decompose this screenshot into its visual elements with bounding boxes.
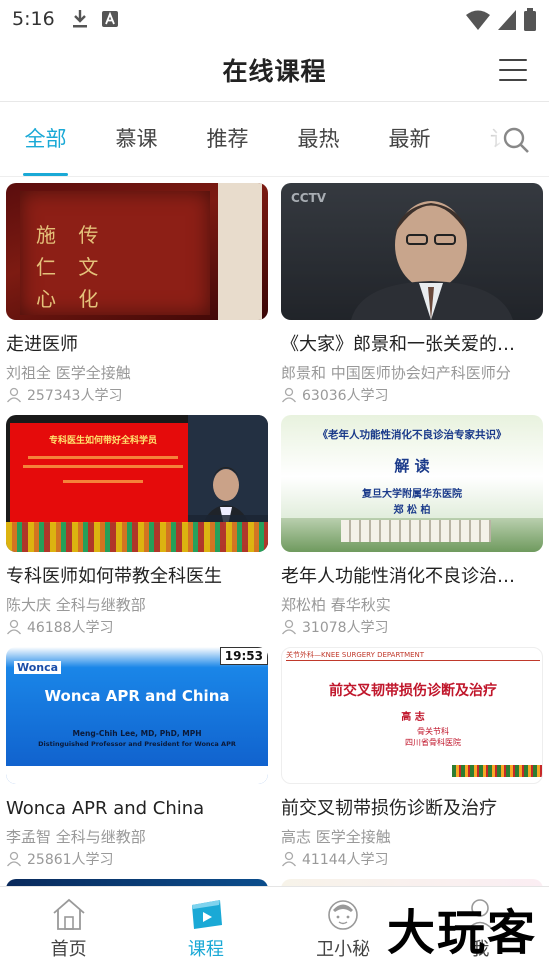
search-button[interactable] xyxy=(483,103,549,176)
course-play-icon xyxy=(191,900,222,929)
nav-home[interactable]: 首页 xyxy=(0,887,137,977)
thumb-text: 四川省骨科医院 xyxy=(405,738,461,747)
thumb-text: 《老年人功能性消化不良诊治专家共识》 xyxy=(317,429,507,441)
status-time: 5:16 xyxy=(12,8,55,30)
thumb-text: 关节外科—KNEE SURGERY DEPARTMENT xyxy=(286,650,540,661)
thumb-text: 解 读 xyxy=(394,457,430,475)
course-title: 老年人功能性消化不良诊治… xyxy=(281,566,515,587)
nurse-avatar-icon xyxy=(328,900,358,930)
nav-courses[interactable]: 课程 xyxy=(137,887,274,977)
course-title: Wonca APR and China xyxy=(6,798,205,819)
thumb-text: 前交叉韧带损伤诊断及治疗 xyxy=(329,683,497,699)
nav-label: 首页 xyxy=(50,939,87,960)
battery-icon xyxy=(524,8,536,31)
course-title: 专科医师如何带教全科医生 xyxy=(6,566,222,587)
thumb-text: 骨关节科 xyxy=(417,727,449,736)
course-thumbnail: 《老年人功能性消化不良诊治专家共识》 解 读 复旦大学附属华东医院 郑 松 柏 xyxy=(281,415,543,552)
thumb-text: 心 化 xyxy=(36,287,107,311)
status-bar: 5:16 xyxy=(0,0,549,38)
learner-count: 41144人学习 xyxy=(302,852,389,868)
thumb-text: Meng-Chih Lee, MD, PhD, MPH xyxy=(72,729,202,738)
duration-badge: 19:53 xyxy=(219,647,268,665)
thumb-text: 复旦大学附属华东医院 xyxy=(362,489,462,500)
learner-count: 46188人学习 xyxy=(27,620,114,636)
wifi-icon xyxy=(466,10,490,30)
learner-icon xyxy=(6,851,22,867)
search-icon xyxy=(503,127,529,153)
thumb-text: 仁 文 xyxy=(36,255,107,279)
course-meta: 刘祖全 医学全接触 xyxy=(6,364,131,382)
category-tabs: 全部 慕课 推荐 最热 最新 讠 xyxy=(0,103,549,177)
tab-mooc[interactable]: 慕课 xyxy=(91,103,182,176)
course-meta: 高志 医学全接触 xyxy=(281,828,391,846)
learner-count: 257343人学习 xyxy=(27,388,123,404)
learner-icon xyxy=(6,387,22,403)
course-card[interactable]: CCTV 《大家》郎景和一张关爱的… 郎景和 中国医师协会妇产科医师分 6303… xyxy=(281,183,543,408)
course-card[interactable]: 施 传 仁 文 心 化 走进医师 刘祖全 医学全接触 257343人学习 xyxy=(6,183,268,408)
page-title: 在线课程 xyxy=(222,56,327,86)
course-card[interactable]: Wonca 19:53 Wonca APR and China Meng-Chi… xyxy=(6,647,268,872)
thumb-text: Distinguished Professor and President fo… xyxy=(38,740,236,748)
thumb-text: Wonca APR and China xyxy=(44,687,230,705)
course-title: 《大家》郎景和一张关爱的… xyxy=(281,334,515,355)
app-header: 在线课程 xyxy=(0,38,549,102)
course-card[interactable]: 关节外科—KNEE SURGERY DEPARTMENT 前交叉韧带损伤诊断及治… xyxy=(281,647,543,872)
learner-icon xyxy=(281,619,297,635)
course-thumbnail: 关节外科—KNEE SURGERY DEPARTMENT 前交叉韧带损伤诊断及治… xyxy=(281,647,543,784)
thumb-text: 施 传 xyxy=(36,223,107,247)
course-meta: 李孟智 全科与继教部 xyxy=(6,828,146,846)
thumb-text: 高 志 xyxy=(401,712,425,723)
learner-icon xyxy=(281,851,297,867)
watermark-text: 大玩客 xyxy=(386,905,537,961)
course-thumbnail: 专科医生如何带好全科学员 xyxy=(6,415,268,552)
course-card[interactable]: 《老年人功能性消化不良诊治专家共识》 解 读 复旦大学附属华东医院 郑 松 柏 … xyxy=(281,415,543,640)
course-card[interactable]: 专科医生如何带好全科学员 专科医师如何带教全科医生 陈大庆 全科与继教部 461… xyxy=(6,415,268,640)
hamburger-menu-icon[interactable] xyxy=(499,56,527,84)
font-badge-icon xyxy=(101,11,118,27)
course-meta: 郎景和 中国医师协会妇产科医师分 xyxy=(281,364,511,382)
tab-hottest[interactable]: 最热 xyxy=(273,103,364,176)
learner-icon xyxy=(281,387,297,403)
learner-count: 63036人学习 xyxy=(302,388,389,404)
course-thumbnail: 施 传 仁 文 心 化 xyxy=(6,183,268,320)
course-thumbnail: CCTV xyxy=(281,183,543,320)
learner-icon xyxy=(6,619,22,635)
thumb-text: Wonca xyxy=(14,661,62,674)
tab-all[interactable]: 全部 xyxy=(0,103,91,176)
learner-count: 31078人学习 xyxy=(302,620,389,636)
signal-icon xyxy=(498,10,516,30)
nav-label: 卫小秘 xyxy=(316,939,371,960)
tab-newest[interactable]: 最新 xyxy=(364,103,455,176)
course-title: 走进医师 xyxy=(6,334,78,355)
home-icon xyxy=(53,898,85,930)
course-meta: 陈大庆 全科与继教部 xyxy=(6,596,146,614)
course-meta: 郑松柏 春华秋实 xyxy=(281,596,391,614)
thumb-text: 郑 松 柏 xyxy=(393,505,431,516)
download-icon xyxy=(72,10,87,28)
course-title: 前交叉韧带损伤诊断及治疗 xyxy=(281,798,497,819)
nav-label: 课程 xyxy=(187,939,224,960)
thumb-text: 专科医生如何带好全科学员 xyxy=(48,436,157,446)
course-thumbnail: Wonca 19:53 Wonca APR and China Meng-Chi… xyxy=(6,647,268,784)
learner-count: 25861人学习 xyxy=(27,852,114,868)
tab-recommended[interactable]: 推荐 xyxy=(182,103,273,176)
